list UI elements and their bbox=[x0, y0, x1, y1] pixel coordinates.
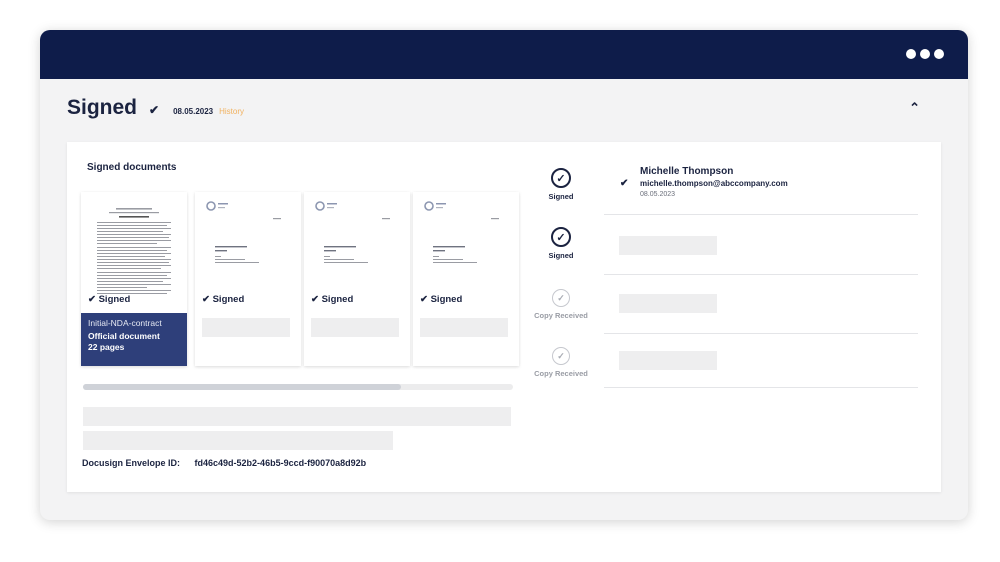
envelope-id-label: Docusign Envelope ID: bbox=[82, 458, 181, 468]
signer-name: Michelle Thompson bbox=[640, 166, 734, 177]
document-tile[interactable]: ✔ Signed bbox=[195, 192, 301, 366]
recipient-placeholder bbox=[619, 351, 717, 370]
signer-date: 08.05.2023 bbox=[640, 191, 676, 198]
status-title: Signed bbox=[67, 96, 138, 119]
recipient-status: ✓ Copy Received bbox=[523, 347, 599, 378]
envelope-id-row: Docusign Envelope ID: fd46c49d-52b2-46b5… bbox=[82, 458, 366, 468]
horizontal-scrollbar[interactable] bbox=[83, 384, 513, 390]
scrollbar-thumb[interactable] bbox=[83, 384, 401, 390]
status-date: 08.05.2023 bbox=[173, 107, 214, 116]
document-tile[interactable]: ✔ Signed bbox=[304, 192, 410, 366]
document-tile[interactable]: ✔ Signed Initial-NDA-contract Official d… bbox=[81, 192, 187, 366]
recipient-status-label: Signed bbox=[548, 192, 574, 201]
signer-email: michelle.thompson@abccompany.com bbox=[640, 179, 788, 188]
status-header: Signed ✔ 08.05.2023 History bbox=[67, 96, 244, 120]
recipient-status-label: Copy Received bbox=[534, 311, 588, 320]
recipient-placeholder bbox=[619, 294, 717, 313]
document-info-placeholder bbox=[202, 318, 290, 337]
signed-documents-card: Signed documents ✔ Signed Initial-NDA-co… bbox=[67, 142, 941, 492]
recipient-status: ✓ Copy Received bbox=[523, 289, 599, 320]
recipient-status: ✓ Signed bbox=[523, 168, 599, 201]
document-tile[interactable]: ✔ Signed bbox=[413, 192, 519, 366]
title-bar bbox=[40, 30, 968, 79]
signed-label: ✔ Signed bbox=[311, 294, 354, 305]
check-circle-icon: ✓ bbox=[551, 168, 571, 188]
divider bbox=[604, 387, 918, 388]
check-icon: ✔ bbox=[620, 178, 629, 189]
recipient-status: ✓ Signed bbox=[523, 227, 599, 260]
check-circle-icon: ✓ bbox=[551, 227, 571, 247]
chevron-up-icon[interactable]: ⌃ bbox=[909, 100, 920, 116]
document-pages: 22 pages bbox=[88, 342, 125, 352]
text-placeholder bbox=[83, 431, 393, 450]
signed-label: ✔ Signed bbox=[420, 294, 463, 305]
signed-label: ✔ Signed bbox=[88, 294, 131, 305]
divider bbox=[604, 333, 918, 334]
document-type: Official document bbox=[88, 331, 160, 341]
history-link[interactable]: History bbox=[219, 107, 244, 116]
dot bbox=[906, 49, 916, 59]
dot bbox=[920, 49, 930, 59]
dot bbox=[934, 49, 944, 59]
ellipsis-icon[interactable] bbox=[906, 49, 944, 59]
document-info-placeholder bbox=[311, 318, 399, 337]
document-name: Initial-NDA-contract bbox=[88, 318, 162, 328]
document-info-placeholder bbox=[420, 318, 508, 337]
divider bbox=[604, 274, 918, 275]
check-circle-icon: ✓ bbox=[552, 347, 570, 365]
divider bbox=[604, 214, 918, 215]
recipient-status-label: Signed bbox=[548, 251, 574, 260]
recipient-status-label: Copy Received bbox=[534, 369, 588, 378]
envelope-id-value: fd46c49d-52b2-46b5-9ccd-f90070a8d92b bbox=[194, 458, 367, 468]
signed-label: ✔ Signed bbox=[202, 294, 245, 305]
document-info: Initial-NDA-contract Official document 2… bbox=[81, 313, 187, 366]
check-icon: ✔ bbox=[149, 103, 160, 117]
text-placeholder bbox=[83, 407, 511, 426]
section-title: Signed documents bbox=[87, 162, 177, 173]
recipient-placeholder bbox=[619, 236, 717, 255]
check-circle-icon: ✓ bbox=[552, 289, 570, 307]
app-window: Signed ✔ 08.05.2023 History ⌃ Signed doc… bbox=[40, 30, 968, 520]
